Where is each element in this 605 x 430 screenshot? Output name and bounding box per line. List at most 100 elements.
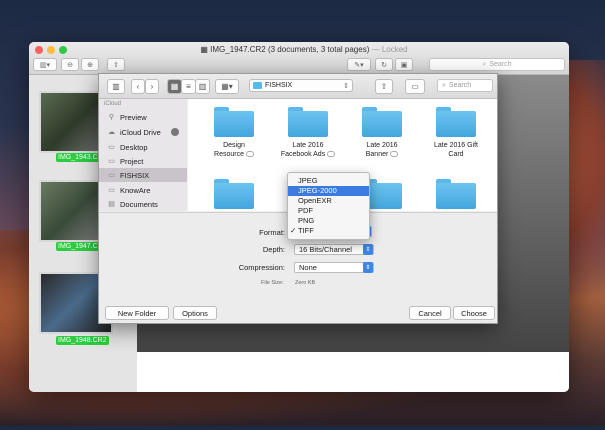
sidebar-item-label: iCloud Drive: [120, 127, 161, 137]
sidebar-item-documents[interactable]: ▤ Documents: [99, 197, 187, 211]
sidebar-icon: ▥: [112, 82, 120, 91]
folder-icon[interactable]: [362, 107, 402, 137]
dialog-search-placeholder: Search: [448, 82, 472, 89]
chevron-left-icon: ‹: [136, 82, 140, 91]
icon-view-button[interactable]: ▦: [167, 79, 182, 94]
depth-popup[interactable]: 16 Bits/Channel ⇕: [294, 244, 374, 255]
dialog-search-field[interactable]: ⌕ Search: [437, 79, 493, 92]
chevron-updown-icon: ⇕: [363, 244, 373, 255]
new-folder-button[interactable]: New Folder: [105, 306, 169, 320]
folder-icon: ▭: [108, 187, 115, 194]
format-option-pdf[interactable]: PDF: [288, 206, 369, 216]
list-icon: ≡: [186, 82, 191, 91]
folder-icon[interactable]: [288, 107, 328, 137]
close-window-button[interactable]: [35, 46, 43, 54]
sidebar-item-icloud-drive[interactable]: ☁ iCloud Drive: [99, 125, 187, 139]
markup-button[interactable]: ✎▾: [347, 58, 371, 71]
folder-icon: ▭: [108, 158, 115, 165]
folder-name-line2: Facebook Ads: [280, 151, 326, 158]
folder-icon: ▭: [108, 172, 115, 179]
sidebar-item-preview[interactable]: ⚲ Preview: [99, 110, 187, 124]
sidebar-item-label: Preview: [120, 112, 147, 122]
window-search-field[interactable]: ⌕ Search: [429, 58, 565, 71]
format-option-jpeg-2000[interactable]: JPEG-2000: [288, 186, 369, 196]
format-option-jpeg[interactable]: JPEG: [288, 176, 369, 186]
dialog-sidebar-toggle[interactable]: ▥: [107, 79, 125, 94]
documents-icon: ▤: [108, 201, 115, 208]
folder-item-late-2016-gift-card[interactable]: Late 2016 Gift Card: [419, 141, 493, 159]
format-option-png[interactable]: PNG: [288, 216, 369, 226]
chevron-right-icon: ›: [150, 82, 154, 91]
choose-button[interactable]: Choose: [453, 306, 495, 320]
search-icon: ⌕: [482, 60, 487, 68]
folder-item-design-resource[interactable]: Design Resource: [197, 141, 271, 159]
compression-popup[interactable]: None ⇕: [294, 262, 374, 273]
sidebar-item-knoware[interactable]: ▭ KnowAre: [99, 183, 187, 197]
location-label: FISHSIX: [265, 82, 293, 89]
folder-name-line1: Late 2016: [292, 142, 324, 149]
folder-name-line1: Late 2016: [366, 142, 398, 149]
sidebar-item-project[interactable]: ▭ Project: [99, 154, 187, 168]
back-button[interactable]: ‹: [131, 79, 145, 94]
folder-icon[interactable]: [436, 107, 476, 137]
progress-indicator: [171, 128, 179, 136]
share-button[interactable]: ⇧: [107, 58, 125, 71]
options-button[interactable]: Options: [173, 306, 217, 320]
location-popup[interactable]: FISHSIX ⇕: [249, 79, 353, 92]
thumbnail-label-3: IMG_1948.CR2: [56, 336, 109, 345]
dialog-sidebar: iCloud ⚲ Preview ☁ iCloud Drive ▭ Desktop ▭…: [99, 99, 187, 211]
zoom-out-button[interactable]: ⊖: [61, 58, 79, 71]
window-search-placeholder: Search: [489, 61, 512, 68]
group-icon: ▦▾: [221, 82, 233, 91]
rotate-button[interactable]: ↻: [375, 58, 393, 71]
dialog-share-button[interactable]: ⇧: [375, 79, 393, 94]
folder-item-late-2016-facebook-ads[interactable]: Late 2016 Facebook Ads: [271, 141, 345, 159]
zoom-out-icon: ⊖: [67, 61, 73, 69]
folder-icon[interactable]: [214, 107, 254, 137]
dialog-footer: New Folder Options Cancel Choose: [99, 303, 497, 323]
zoom-window-button[interactable]: [59, 46, 67, 54]
folder-name-line1: Late 2016 Gift: [434, 142, 478, 149]
toolbox-icon: ▣: [400, 61, 408, 69]
format-option-tiff[interactable]: ✓ TIFF: [288, 226, 369, 236]
forward-button[interactable]: ›: [145, 79, 159, 94]
sidebar-item-fishsix[interactable]: ▭ FISHSIX: [99, 168, 187, 182]
sidebar-item-label: KnowAre: [120, 185, 151, 195]
cancel-button[interactable]: Cancel: [409, 306, 451, 320]
column-view-button[interactable]: ▥: [195, 79, 210, 94]
pen-icon: ✎▾: [354, 61, 364, 69]
file-size-label: File Size:: [261, 280, 284, 286]
sidebar-item-desktop[interactable]: ▭ Desktop: [99, 140, 187, 154]
sidebar-section-header: iCloud: [104, 101, 122, 107]
format-option-openexr[interactable]: OpenEXR: [288, 196, 369, 206]
cloud-icon: [245, 151, 254, 158]
folder-name-line2: Card: [448, 151, 464, 158]
folder-icon[interactable]: [436, 179, 476, 209]
folder-icon[interactable]: [214, 179, 254, 209]
group-view-button[interactable]: ▦▾: [215, 79, 239, 94]
image-bottom-area: [137, 352, 569, 392]
folder-name-line2: Banner: [365, 151, 389, 158]
sidebar-item-label: Desktop: [120, 142, 148, 152]
depth-value: 16 Bits/Channel: [299, 245, 352, 254]
minimize-window-button[interactable]: [47, 46, 55, 54]
tags-button[interactable]: ▭: [405, 79, 425, 94]
list-view-button[interactable]: ≡: [181, 79, 196, 94]
zoom-in-button[interactable]: ⊕: [81, 58, 99, 71]
share-icon: ⇧: [380, 82, 388, 91]
columns-icon: ▥: [198, 82, 207, 91]
toolbox-button[interactable]: ▣: [395, 58, 413, 71]
sidebar-toggle-button[interactable]: ▥▾: [33, 58, 57, 71]
locked-indicator[interactable]: — Locked: [372, 45, 408, 54]
folder-name-line1: Design: [223, 142, 245, 149]
share-icon: ⇧: [113, 61, 119, 69]
depth-label: Depth:: [262, 245, 285, 254]
zoom-in-icon: ⊕: [87, 61, 93, 69]
folder-item-late-2016-banner[interactable]: Late 2016 Banner: [345, 141, 419, 159]
sidebar-item-label: Project: [120, 156, 144, 166]
chevron-updown-icon: ⇕: [363, 262, 373, 273]
cloud-icon: ☁: [108, 129, 115, 136]
preview-icon: ⚲: [108, 114, 115, 121]
desktop-icon: ▭: [108, 144, 115, 151]
sidebar-icon: ▥▾: [39, 61, 51, 69]
